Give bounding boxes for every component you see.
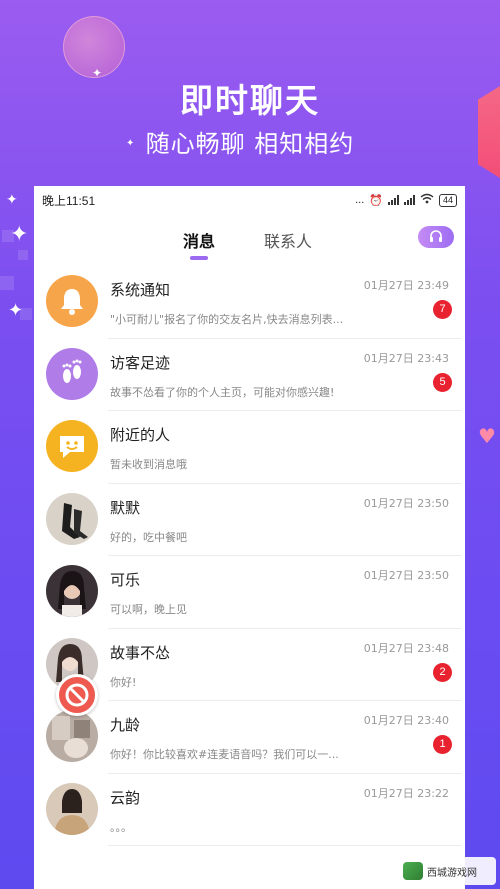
conversation-name: 故事不怂	[110, 643, 171, 662]
sparkle-icon: ✦	[6, 192, 18, 208]
unread-badge: 1	[433, 735, 452, 754]
conversation-item[interactable]: 故事不怂 你好! 01月27日 23:48 2	[34, 629, 465, 701]
unread-badge: 7	[433, 300, 452, 319]
bell-icon	[46, 275, 98, 327]
signal-icon	[403, 195, 415, 205]
footprints-icon	[46, 347, 98, 400]
conversation-preview: 好的，吃中餐吧	[110, 530, 187, 544]
conversation-item[interactable]: 可乐 可以啊，晚上见 01月27日 23:50	[34, 556, 465, 629]
heart-icon: ♥	[478, 424, 496, 448]
tab-contacts[interactable]: 联系人	[264, 228, 312, 252]
signal-icon	[387, 195, 399, 205]
conversation-name: 云韵	[110, 788, 141, 807]
phone-screen: 晚上11:51 ... ⏰ 44 消息 联系人 系统通知 "小可耐儿"报名了你的…	[34, 186, 465, 889]
conversation-preview: 你好！你比较喜欢#连麦语音吗？我们可以一...	[110, 748, 339, 761]
hero-subtitle: 随心畅聊 相知相约	[145, 130, 355, 158]
conversation-time: 01月27日 23:22	[363, 786, 449, 800]
user-avatar	[46, 782, 98, 835]
conversation-item[interactable]: 系统通知 "小可耐儿"报名了你的交友名片,快去消息列表... 01月27日 23…	[34, 266, 465, 339]
conversation-time: 01月27日 23:43	[363, 351, 449, 365]
conversation-time: 01月27日 23:50	[363, 496, 449, 510]
status-bar: 晚上11:51 ... ⏰ 44	[34, 186, 465, 214]
watermark-text: 西城游戏网	[427, 867, 477, 879]
status-time: 晚上11:51	[42, 193, 96, 208]
conversation-time: 01月27日 23:50	[363, 569, 449, 582]
unread-badge: 5	[433, 372, 452, 392]
conversation-preview: 故事不怂看了你的个人主页，可能对你感兴趣!	[110, 385, 335, 399]
conversation-time: 01月27日 23:40	[363, 714, 449, 727]
conversation-name: 附近的人	[110, 426, 171, 444]
watermark: 西城游戏网	[398, 857, 496, 885]
conversation-preview: 可以啊，晚上见	[110, 603, 187, 616]
conversation-list: 系统通知 "小可耐儿"报名了你的交友名片,快去消息列表... 01月27日 23…	[34, 266, 465, 846]
status-indicators: ...	[355, 194, 365, 206]
watermark-logo	[403, 862, 423, 880]
conversation-name: 访客足迹	[110, 353, 171, 372]
conversation-time: 01月27日 23:49	[363, 279, 449, 292]
decorative-pixels	[0, 226, 34, 346]
tabs-bar: 消息 联系人	[34, 214, 465, 266]
conversation-preview: "小可耐儿"报名了你的交友名片,快去消息列表...	[110, 313, 344, 326]
tab-messages[interactable]: 消息	[183, 228, 215, 252]
user-avatar	[46, 565, 98, 617]
conversation-preview: 暂未收到消息哦	[110, 458, 187, 471]
chat-bubble-icon	[46, 420, 98, 472]
conversation-name: 系统通知	[110, 281, 171, 299]
unread-badge: 2	[433, 662, 452, 682]
conversation-preview: 你好!	[110, 675, 137, 689]
divider	[108, 845, 461, 846]
battery-indicator: 44	[438, 193, 457, 207]
status-icons: ... ⏰ 44	[355, 193, 457, 207]
hero-title: 即时聊天	[180, 81, 320, 120]
conversation-item[interactable]: 默默 好的，吃中餐吧 01月27日 23:50	[34, 484, 465, 556]
wifi-icon	[420, 193, 434, 207]
conversation-time: 01月27日 23:48	[363, 641, 449, 655]
conversation-name: 可乐	[110, 571, 141, 589]
conversation-name: 默默	[110, 498, 141, 517]
active-tab-indicator	[190, 256, 208, 260]
conversation-item[interactable]: 九龄 你好！你比较喜欢#连麦语音吗？我们可以一... 01月27日 23:40 …	[34, 701, 465, 774]
prohibited-icon[interactable]	[56, 674, 98, 716]
alarm-icon: ⏰	[369, 194, 383, 207]
conversation-item[interactable]: 附近的人 暂未收到消息哦	[34, 411, 465, 484]
conversation-preview: 。。。	[110, 820, 132, 834]
conversation-name: 九龄	[110, 716, 141, 734]
customer-service-button[interactable]	[418, 226, 454, 248]
conversation-item[interactable]: 访客足迹 故事不怂看了你的个人主页，可能对你感兴趣! 01月27日 23:43 …	[34, 339, 465, 411]
conversation-item[interactable]: 云韵 。。。 01月27日 23:22	[34, 774, 465, 846]
user-avatar	[46, 710, 98, 762]
user-avatar	[46, 492, 98, 545]
headset-icon	[429, 228, 443, 247]
